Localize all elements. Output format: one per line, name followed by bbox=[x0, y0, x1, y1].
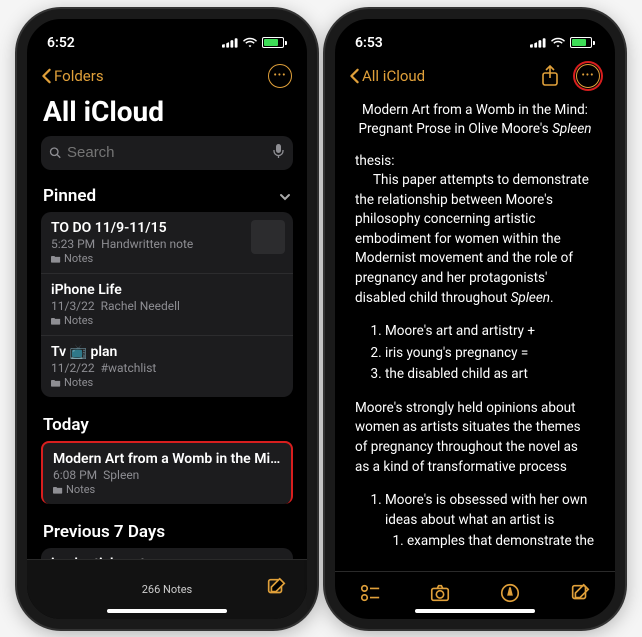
note-title: iPhone Life bbox=[51, 282, 283, 298]
status-time: 6:52 bbox=[47, 35, 75, 51]
note-item[interactable]: iPhone Life 11/3/22Rachel Needell Notes bbox=[41, 274, 293, 336]
share-button[interactable] bbox=[537, 63, 563, 89]
note-item[interactable]: ipad article notes Tuesdaysection 1: bra… bbox=[41, 548, 293, 559]
prev7-group: ipad article notes Tuesdaysection 1: bra… bbox=[41, 548, 293, 559]
folder-icon bbox=[53, 485, 63, 494]
numbered-list-1: Moore's art and artistry + iris young's … bbox=[385, 322, 595, 385]
page-title: All iCloud bbox=[27, 95, 307, 136]
folder-icon bbox=[51, 316, 61, 325]
share-icon bbox=[541, 65, 559, 87]
note-title: Modern Art from a Womb in the Mind:… bbox=[53, 451, 281, 467]
notch bbox=[405, 19, 545, 45]
ellipsis-icon: ••• bbox=[268, 64, 292, 88]
back-button[interactable]: All iCloud bbox=[349, 67, 425, 85]
note-item[interactable]: TO DO 11/9-11/15 5:23 PMHandwritten note… bbox=[41, 212, 293, 274]
numbered-list-2: Moore's is obsessed with her own ideas a… bbox=[385, 491, 595, 552]
list-item: Moore's art and artistry + bbox=[385, 322, 595, 342]
list-item: the disabled child as art bbox=[385, 365, 595, 385]
section-header-pinned[interactable]: Pinned bbox=[41, 180, 293, 212]
list-item: iris young's pregnancy = bbox=[385, 344, 595, 364]
more-button[interactable]: ••• bbox=[267, 63, 293, 89]
markup-button[interactable] bbox=[499, 582, 521, 608]
notes-list[interactable]: Pinned TO DO 11/9-11/15 5:23 PMHandwritt… bbox=[27, 180, 307, 559]
more-button-highlighted[interactable]: ••• bbox=[575, 63, 601, 89]
list-item: Moore's is obsessed with her own ideas a… bbox=[385, 491, 595, 552]
thesis-paragraph: This paper attempts to demonstrate the r… bbox=[355, 171, 595, 308]
home-indicator[interactable] bbox=[107, 609, 227, 613]
numbered-sublist: examples that demonstrate the bbox=[407, 532, 595, 552]
battery-icon bbox=[570, 37, 595, 48]
nav-bar: Folders ••• bbox=[27, 59, 307, 95]
folder-icon bbox=[51, 378, 61, 387]
note-content[interactable]: Modern Art from a Womb in the Mind: Preg… bbox=[335, 95, 615, 571]
compose-button[interactable] bbox=[265, 576, 287, 602]
note-title: Tv 📺 plan bbox=[51, 344, 283, 360]
thesis-label: thesis: bbox=[355, 152, 595, 172]
ellipsis-icon: ••• bbox=[576, 64, 600, 88]
today-group: Modern Art from a Womb in the Mind:… 6:0… bbox=[41, 441, 293, 504]
paragraph: Moore's strongly held opinions about wom… bbox=[355, 399, 595, 477]
section-label: Today bbox=[43, 415, 89, 435]
compose-button[interactable] bbox=[569, 582, 591, 608]
back-label: All iCloud bbox=[362, 67, 425, 85]
search-input[interactable] bbox=[67, 144, 266, 161]
note-thumbnail bbox=[251, 220, 285, 254]
section-header-today: Today bbox=[41, 409, 293, 441]
camera-button[interactable] bbox=[429, 582, 451, 608]
status-time: 6:53 bbox=[355, 35, 383, 51]
dictate-icon[interactable] bbox=[272, 143, 285, 163]
search-field[interactable] bbox=[41, 136, 293, 170]
wifi-icon bbox=[550, 37, 566, 48]
section-label: Pinned bbox=[43, 186, 96, 206]
note-item-highlighted[interactable]: Modern Art from a Womb in the Mind:… 6:0… bbox=[41, 441, 293, 504]
search-icon bbox=[49, 145, 61, 160]
phone-left: 6:52 Folders ••• All iCloud bbox=[17, 9, 317, 629]
nav-bar: All iCloud ••• bbox=[335, 59, 615, 95]
list-item: examples that demonstrate the bbox=[407, 532, 595, 552]
back-label: Folders bbox=[54, 67, 104, 85]
folder-icon bbox=[51, 254, 61, 263]
battery-icon bbox=[262, 37, 287, 48]
home-indicator[interactable] bbox=[415, 609, 535, 613]
notes-count: 266 Notes bbox=[142, 583, 193, 596]
note-item[interactable]: Tv 📺 plan 11/2/22#watchlist Notes bbox=[41, 336, 293, 397]
checklist-button[interactable] bbox=[359, 582, 381, 608]
section-label: Previous 7 Days bbox=[43, 522, 165, 542]
note-heading: Modern Art from a Womb in the Mind: Preg… bbox=[355, 101, 595, 140]
phone-right: 6:53 All iCloud ••• bbox=[325, 9, 625, 629]
chevron-down-icon bbox=[279, 186, 291, 206]
note-title: TO DO 11/9-11/15 bbox=[51, 220, 283, 236]
wifi-icon bbox=[242, 37, 258, 48]
notch bbox=[97, 19, 237, 45]
section-header-prev7: Previous 7 Days bbox=[41, 516, 293, 548]
back-button[interactable]: Folders bbox=[41, 67, 104, 85]
pinned-group: TO DO 11/9-11/15 5:23 PMHandwritten note… bbox=[41, 212, 293, 397]
